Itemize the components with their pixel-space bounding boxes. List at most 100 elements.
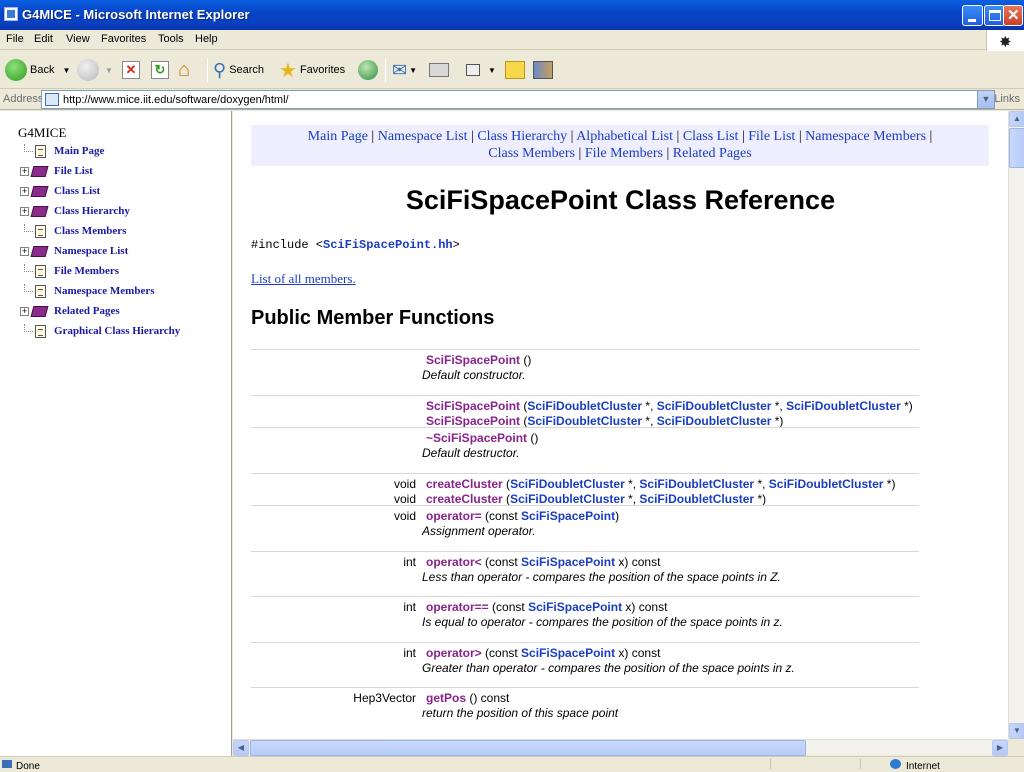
scroll-right-icon[interactable]: ▶ — [992, 740, 1008, 756]
history-button[interactable] — [358, 57, 378, 83]
doxygen-nav-tabs: Main Page | Namespace List | Class Hiera… — [251, 125, 989, 166]
nav-separator: | — [673, 129, 683, 144]
nav-link-main-page[interactable]: Main Page — [308, 129, 368, 144]
stop-button[interactable]: ✕ — [122, 57, 140, 83]
vertical-scroll-thumb[interactable] — [1009, 128, 1024, 168]
sidebar-item-label[interactable]: Class Members — [54, 225, 126, 237]
sidebar-item-label[interactable]: Class List — [54, 185, 100, 197]
scroll-up-icon[interactable]: ▲ — [1009, 111, 1024, 127]
address-input[interactable]: http://www.mice.iit.edu/software/doxygen… — [41, 90, 995, 109]
links-button[interactable]: Links — [994, 93, 1020, 105]
class-link[interactable]: SciFiDoubletCluster — [510, 492, 625, 506]
member-function-link[interactable]: operator> — [426, 646, 482, 660]
nav-link-related-pages[interactable]: Related Pages — [673, 146, 752, 161]
menu-help[interactable]: Help — [195, 33, 218, 45]
menu-favorites[interactable]: Favorites — [101, 33, 146, 45]
vertical-scrollbar[interactable]: ▲ ▼ — [1008, 111, 1024, 739]
sidebar-item-label[interactable]: Namespace Members — [54, 285, 155, 297]
member-function-link[interactable]: SciFiSpacePoint — [426, 414, 520, 428]
address-url[interactable]: http://www.mice.iit.edu/software/doxygen… — [63, 94, 289, 106]
nav-link-class-list[interactable]: Class List — [683, 129, 739, 144]
sidebar-item-label[interactable]: Class Hierarchy — [54, 205, 130, 217]
sidebar-item-label[interactable]: File Members — [54, 265, 119, 277]
expand-icon[interactable]: + — [20, 247, 29, 256]
minimize-button[interactable] — [962, 5, 983, 26]
menu-file[interactable]: File — [6, 33, 24, 45]
mail-button[interactable]: ✉ ▼ — [392, 57, 417, 83]
scroll-left-icon[interactable]: ◀ — [233, 740, 249, 756]
sidebar-item-label[interactable]: Main Page — [54, 145, 104, 157]
member-function-link[interactable]: operator< — [426, 555, 482, 569]
nav-link-alphabetical-list[interactable]: Alphabetical List — [576, 129, 673, 144]
class-link[interactable]: SciFiDoubletCluster — [527, 414, 642, 428]
maximize-button[interactable] — [984, 5, 1005, 26]
menu-tools[interactable]: Tools — [158, 33, 184, 45]
nav-link-class-hierarchy[interactable]: Class Hierarchy — [477, 129, 567, 144]
edit-dropdown-icon[interactable]: ▼ — [488, 66, 496, 75]
stop-icon: ✕ — [122, 61, 140, 79]
include-file-link[interactable]: SciFiSpacePoint.hh — [323, 238, 453, 252]
nav-link-file-members[interactable]: File Members — [585, 146, 663, 161]
nav-separator: | — [467, 129, 478, 144]
edit-button[interactable]: ▼ — [466, 57, 496, 83]
all-members-link[interactable]: List of all members. — [251, 271, 356, 287]
member-row: SciFiSpacePoint () Default constructor. — [251, 349, 919, 395]
print-button[interactable] — [429, 57, 449, 83]
sidebar-item-label[interactable]: Namespace List — [54, 245, 128, 257]
favorites-button[interactable]: ★ Favorites — [279, 57, 345, 83]
member-signature: SciFiSpacePoint (SciFiDoubletCluster *, … — [426, 414, 783, 428]
search-button[interactable]: ⚲ Search — [213, 57, 264, 83]
member-function-link[interactable]: operator= — [426, 509, 482, 523]
menu-view[interactable]: View — [66, 33, 90, 45]
expand-icon[interactable]: + — [20, 207, 29, 216]
home-button[interactable]: ⌂ — [178, 57, 190, 83]
close-button[interactable]: ✕ — [1003, 5, 1023, 26]
expand-icon[interactable]: + — [20, 167, 29, 176]
nav-separator: | — [367, 129, 378, 144]
back-button[interactable]: Back ▼ — [5, 57, 70, 83]
nav-link-class-members[interactable]: Class Members — [488, 146, 575, 161]
member-function-link[interactable]: operator== — [426, 600, 489, 614]
sidebar-item-label[interactable]: File List — [54, 165, 93, 177]
expand-icon[interactable]: + — [20, 187, 29, 196]
menu-edit[interactable]: Edit — [34, 33, 53, 45]
sidebar-item-label[interactable]: Graphical Class Hierarchy — [54, 325, 180, 337]
horizontal-scrollbar[interactable]: ◀ ▶ — [233, 739, 1008, 756]
nav-link-file-list[interactable]: File List — [748, 129, 795, 144]
address-dropdown-icon[interactable]: ▼ — [977, 91, 994, 108]
class-link[interactable]: SciFiDoubletCluster — [639, 492, 754, 506]
expand-icon[interactable]: + — [20, 307, 29, 316]
class-link[interactable]: SciFiSpacePoint — [521, 646, 615, 660]
class-link[interactable]: SciFiSpacePoint — [521, 555, 615, 569]
nav-link-namespace-members[interactable]: Namespace Members — [805, 129, 926, 144]
scroll-down-icon[interactable]: ▼ — [1009, 723, 1024, 739]
class-link[interactable]: SciFiSpacePoint — [521, 509, 615, 523]
page-icon — [35, 285, 46, 298]
address-bar: Address http://www.mice.iit.edu/software… — [0, 89, 1024, 110]
tree-line — [24, 264, 33, 272]
ie-app-icon[interactable] — [4, 7, 18, 21]
forward-button[interactable]: ▼ — [77, 57, 113, 83]
member-function-link[interactable]: createCluster — [426, 492, 503, 506]
back-dropdown-icon[interactable]: ▼ — [62, 66, 70, 75]
member-function-link[interactable]: SciFiSpacePoint — [426, 353, 520, 367]
member-row: Hep3Vector getPos () const return the posi… — [251, 687, 919, 733]
class-link[interactable]: SciFiSpacePoint — [528, 600, 622, 614]
nav-link-namespace-list[interactable]: Namespace List — [378, 129, 468, 144]
research-button[interactable] — [533, 57, 553, 83]
mail-dropdown-icon[interactable]: ▼ — [409, 66, 417, 75]
forward-dropdown-icon[interactable]: ▼ — [105, 66, 113, 75]
sidebar-item-label[interactable]: Related Pages — [54, 305, 120, 317]
discuss-button[interactable] — [505, 57, 525, 83]
signature-text: *, — [642, 414, 657, 428]
signature-text: (const — [488, 600, 529, 614]
signature-text: x) const — [615, 646, 661, 660]
book-icon — [30, 206, 49, 217]
tree-line — [24, 324, 33, 332]
class-link[interactable]: SciFiDoubletCluster — [657, 414, 772, 428]
member-function-link[interactable]: getPos — [426, 691, 466, 705]
member-row: void createCluster (SciFiDoubletCluster *… — [251, 473, 919, 491]
member-function-link[interactable]: ~SciFiSpacePoint — [426, 431, 527, 445]
horizontal-scroll-thumb[interactable] — [250, 740, 806, 756]
refresh-button[interactable]: ↻ — [151, 57, 169, 83]
